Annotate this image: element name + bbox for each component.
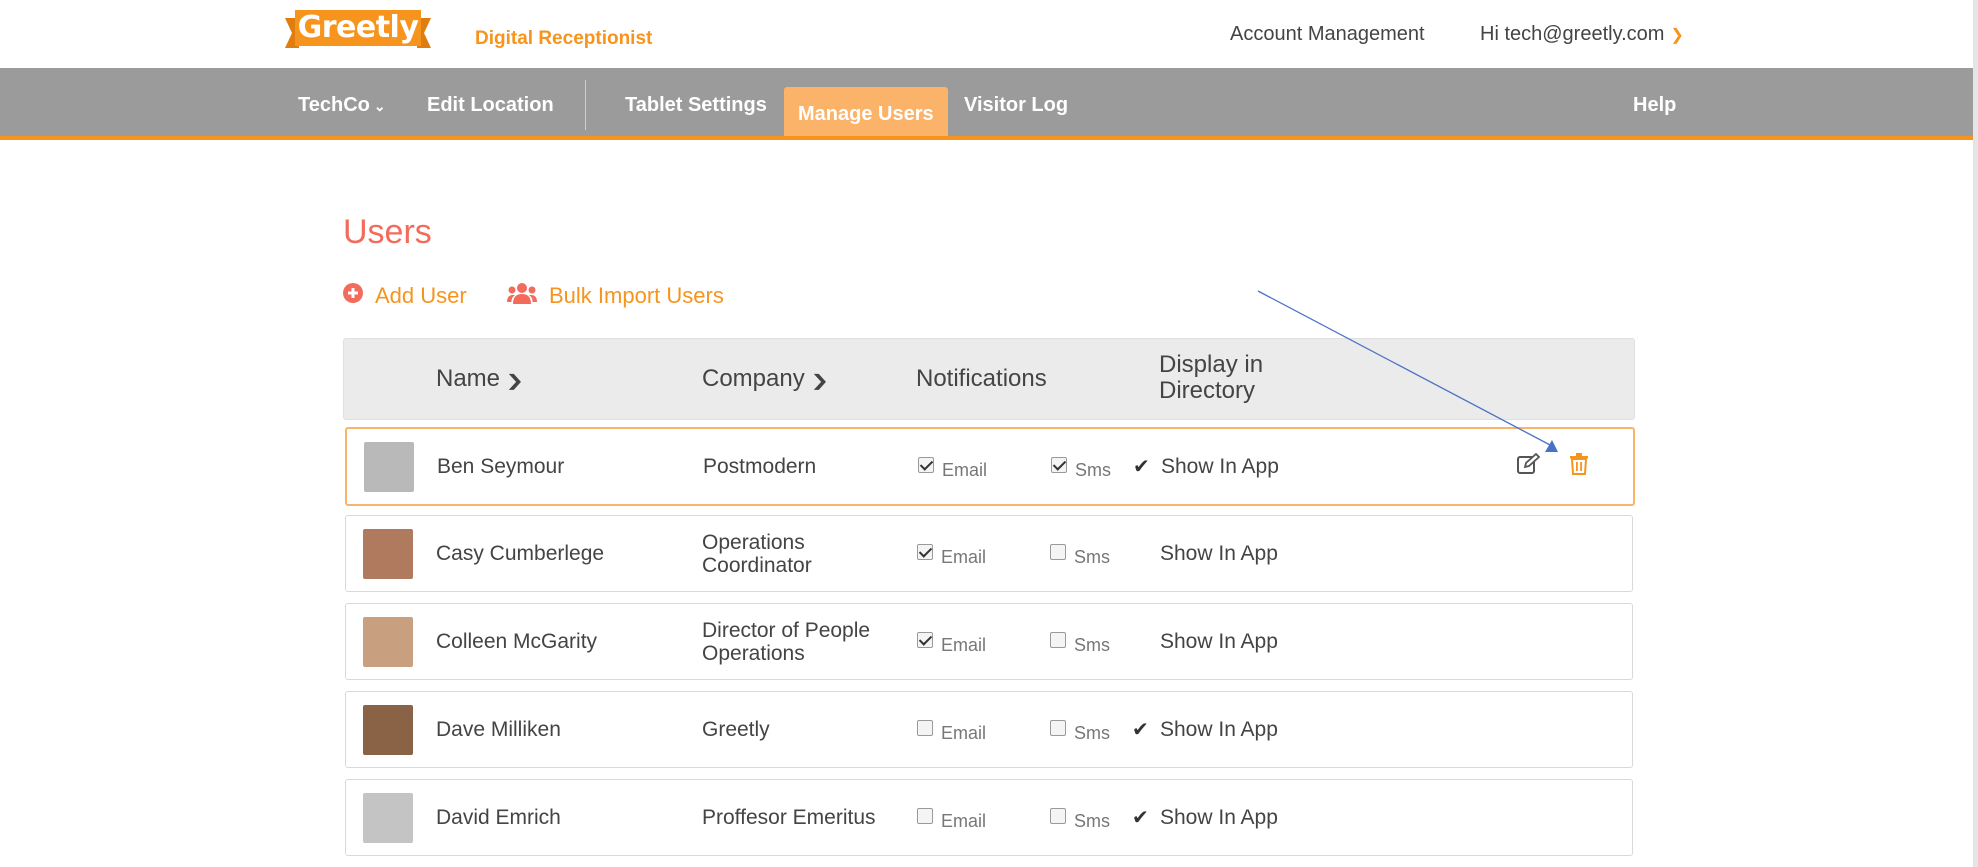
show-in-app-toggle[interactable]: Show In App bbox=[1160, 542, 1278, 566]
email-notification-checkbox[interactable] bbox=[917, 808, 933, 824]
email-notification-checkbox[interactable] bbox=[917, 632, 933, 648]
tagline: Digital Receptionist bbox=[475, 28, 653, 49]
plus-circle-icon bbox=[343, 283, 363, 309]
checkmark-icon: ✔ bbox=[1133, 456, 1150, 478]
column-header-display-in-directory: Display in Directory bbox=[1159, 352, 1263, 404]
page-title: Users bbox=[343, 213, 432, 251]
table-row[interactable]: Casy Cumberlege Operations Coordinator Emai… bbox=[345, 515, 1633, 592]
table-row[interactable]: Dave Milliken Greetly Email Sms ✔ Show In App bbox=[345, 691, 1633, 768]
user-menu[interactable]: Hi tech@greetly.com ❯ bbox=[1480, 23, 1684, 46]
email-label: Email bbox=[941, 723, 987, 743]
user-name: Ben Seymour bbox=[437, 455, 565, 478]
user-company: Postmodern bbox=[703, 455, 816, 478]
location-label: TechCo bbox=[298, 94, 370, 116]
sms-notification-checkbox[interactable] bbox=[1050, 720, 1066, 736]
table-row[interactable]: Colleen McGarity Director of People Operat… bbox=[345, 603, 1633, 680]
display-header-line2: Directory bbox=[1159, 377, 1256, 404]
user-company: Greetly bbox=[702, 718, 770, 741]
sms-label: Sms bbox=[1074, 811, 1110, 831]
logo-text: Greetly bbox=[297, 10, 419, 45]
name-header-label: Name bbox=[436, 365, 501, 392]
show-in-app-toggle[interactable]: Show In App bbox=[1160, 630, 1278, 654]
users-table-header: Name ❯ Company ❯ Notifications Display in … bbox=[343, 338, 1635, 420]
company-line1: Director of People bbox=[702, 619, 871, 642]
trash-icon[interactable] bbox=[1570, 453, 1588, 480]
display-header-line1: Display in bbox=[1159, 351, 1264, 378]
avatar bbox=[363, 617, 413, 667]
company-line2: Operations bbox=[702, 642, 805, 665]
email-label: Email bbox=[941, 635, 987, 655]
sms-label: Sms bbox=[1075, 460, 1111, 480]
avatar bbox=[364, 442, 414, 492]
edit-icon[interactable] bbox=[1517, 452, 1541, 480]
nav-tablet-settings[interactable]: Tablet Settings bbox=[625, 68, 767, 136]
show-in-app-toggle[interactable]: Show In App bbox=[1161, 455, 1279, 479]
avatar bbox=[363, 705, 413, 755]
user-name: Casy Cumberlege bbox=[436, 542, 605, 565]
nav-edit-location[interactable]: Edit Location bbox=[427, 68, 554, 136]
nav-visitor-log[interactable]: Visitor Log bbox=[964, 68, 1068, 136]
column-header-name[interactable]: Name ❯ bbox=[436, 365, 525, 393]
sms-notification-checkbox[interactable] bbox=[1051, 457, 1067, 473]
main-navbar: TechCo ⌄ Edit Location Tablet Settings Ma… bbox=[0, 68, 1973, 140]
add-user-label: Add User bbox=[375, 283, 467, 309]
table-row[interactable]: David Emrich Proffesor Emeritus Email Sms ✔ S… bbox=[345, 779, 1633, 856]
company-line1: Operations bbox=[702, 531, 805, 554]
nav-help[interactable]: Help bbox=[1633, 68, 1676, 136]
checkmark-icon: ✔ bbox=[1132, 719, 1149, 741]
sms-notification-checkbox[interactable] bbox=[1050, 544, 1066, 560]
nav-location-dropdown[interactable]: TechCo ⌄ bbox=[298, 68, 386, 136]
email-label: Email bbox=[942, 460, 988, 480]
email-label: Email bbox=[941, 547, 987, 567]
column-header-notifications: Notifications bbox=[916, 365, 1047, 392]
user-name: David Emrich bbox=[436, 806, 561, 829]
show-in-app-toggle[interactable]: Show In App bbox=[1160, 718, 1278, 742]
sms-label: Sms bbox=[1074, 723, 1110, 743]
sms-label: Sms bbox=[1074, 547, 1110, 567]
sms-label: Sms bbox=[1074, 635, 1110, 655]
company-line1: Greetly bbox=[702, 718, 770, 741]
column-header-company[interactable]: Company ❯ bbox=[702, 365, 829, 393]
users-group-icon bbox=[507, 282, 537, 310]
user-name: Dave Milliken bbox=[436, 718, 561, 741]
email-notification-checkbox[interactable] bbox=[918, 457, 934, 473]
scrollbar[interactable] bbox=[1973, 0, 1978, 867]
chevron-down-icon: ⌄ bbox=[373, 98, 386, 114]
bulk-import-label: Bulk Import Users bbox=[549, 283, 724, 309]
sms-notification-checkbox[interactable] bbox=[1050, 808, 1066, 824]
user-company: Proffesor Emeritus bbox=[702, 806, 876, 829]
company-header-label: Company bbox=[702, 365, 805, 392]
nav-manage-users[interactable]: Manage Users bbox=[784, 87, 948, 136]
user-company: Operations Coordinator bbox=[702, 531, 812, 577]
email-notification-checkbox[interactable] bbox=[917, 544, 933, 560]
add-user-button[interactable]: Add User bbox=[343, 282, 467, 309]
checkmark-icon: ✔ bbox=[1132, 807, 1149, 829]
bulk-import-users-button[interactable]: Bulk Import Users bbox=[507, 282, 724, 310]
table-row[interactable]: Ben Seymour Postmodern Email Sms ✔ Show In Ap… bbox=[345, 427, 1635, 506]
sms-notification-checkbox[interactable] bbox=[1050, 632, 1066, 648]
nav-divider bbox=[585, 80, 586, 130]
show-in-app-toggle[interactable]: Show In App bbox=[1160, 806, 1278, 830]
company-line2: Coordinator bbox=[702, 554, 812, 577]
avatar bbox=[363, 793, 413, 843]
user-name: Colleen McGarity bbox=[436, 630, 598, 653]
user-company: Director of People Operations bbox=[702, 619, 870, 665]
sort-chevron-icon: ❯ bbox=[505, 373, 525, 390]
chevron-down-icon: ❯ bbox=[1670, 27, 1684, 44]
company-line1: Proffesor Emeritus bbox=[702, 806, 876, 829]
sort-chevron-icon: ❯ bbox=[810, 373, 829, 390]
account-management-link[interactable]: Account Management bbox=[1230, 23, 1425, 46]
company-line1: Postmodern bbox=[703, 455, 817, 478]
top-header: Greetly Digital Receptionist Account Man… bbox=[0, 0, 1978, 68]
email-label: Email bbox=[941, 811, 987, 831]
greetly-logo[interactable]: Greetly bbox=[285, 8, 431, 52]
avatar bbox=[363, 529, 413, 579]
email-notification-checkbox[interactable] bbox=[917, 720, 933, 736]
user-greeting: Hi tech@greetly.com bbox=[1480, 23, 1665, 45]
